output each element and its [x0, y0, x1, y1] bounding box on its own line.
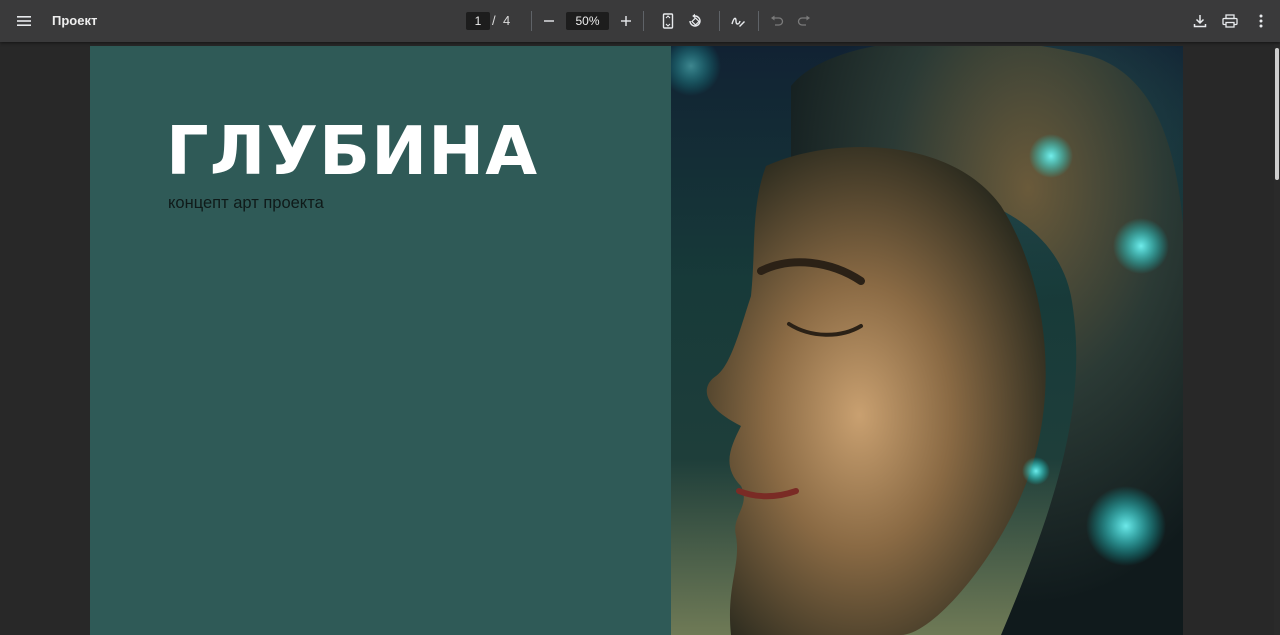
fit-to-page-icon [662, 13, 674, 29]
plus-icon [621, 16, 631, 26]
toolbar-divider [643, 11, 644, 31]
toolbar-divider [758, 11, 759, 31]
undo-button[interactable] [763, 7, 791, 35]
menu-button[interactable] [10, 7, 38, 35]
scrollbar-thumb[interactable] [1275, 48, 1279, 180]
total-pages: 4 [503, 13, 511, 28]
zoom-input[interactable]: 50% [566, 12, 609, 30]
print-button[interactable] [1216, 7, 1244, 35]
redo-button[interactable] [790, 7, 818, 35]
pdf-toolbar: Проект 1 / 4 50% [0, 0, 1280, 42]
undo-icon [771, 15, 784, 26]
download-button[interactable] [1186, 7, 1214, 35]
toolbar-divider [531, 11, 532, 31]
more-vertical-icon [1259, 14, 1263, 28]
slide-subtitle: концепт арт проекта [168, 194, 324, 212]
document-title: Проект [52, 13, 98, 28]
page-number-input[interactable]: 1 [466, 12, 490, 30]
pdf-page: ГЛУБИНА концепт арт проекта [90, 46, 1183, 635]
slide-title: ГЛУБИНА [166, 112, 539, 190]
page-separator: / [492, 13, 496, 28]
zoom-out-button[interactable] [535, 7, 563, 35]
portrait-image [671, 46, 1183, 635]
underwater-face-illustration [671, 46, 1183, 635]
more-options-button[interactable] [1247, 7, 1275, 35]
rotate-button[interactable] [681, 7, 709, 35]
pen-draw-icon [731, 17, 745, 27]
download-icon [1193, 15, 1207, 28]
menu-icon [17, 16, 31, 26]
zoom-in-button[interactable] [612, 7, 640, 35]
redo-icon [797, 15, 810, 26]
fit-page-button[interactable] [654, 7, 682, 35]
print-icon [1222, 14, 1238, 28]
toolbar-divider [719, 11, 720, 31]
rotate-icon [689, 13, 701, 27]
annotate-button[interactable] [724, 7, 752, 35]
minus-icon [544, 20, 554, 22]
